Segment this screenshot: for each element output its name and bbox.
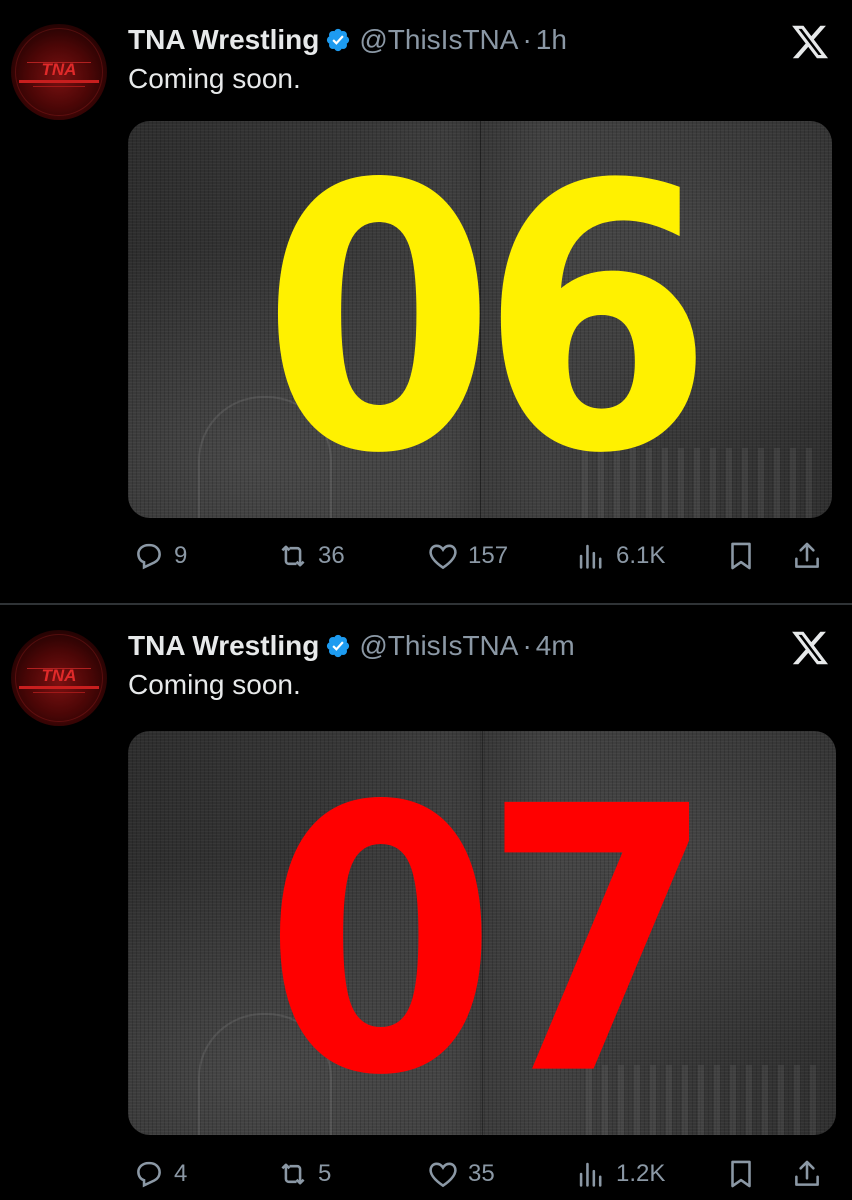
reply-count: 9	[174, 542, 188, 569]
tna-logo: TNA	[41, 666, 77, 685]
logo-line	[33, 692, 85, 693]
reply-button[interactable]: 9	[132, 536, 187, 576]
tweet-media[interactable]: 07	[128, 731, 836, 1135]
verified-badge-icon	[327, 28, 350, 52]
like-count: 157	[468, 542, 509, 569]
verified-badge-icon	[327, 634, 350, 658]
share-button[interactable]	[790, 1154, 824, 1194]
tweet-separator	[0, 603, 852, 605]
tweet[interactable]: TNA TNA Wrestling @ThisIsTNA · 1h Coming…	[0, 0, 852, 604]
author-name[interactable]: TNA Wrestling	[128, 630, 319, 662]
logo-bar	[19, 80, 99, 83]
views-icon	[579, 1162, 602, 1187]
author-handle[interactable]: @ThisIsTNA	[359, 24, 518, 56]
countdown-number: 06	[261, 121, 714, 518]
tna-logo: TNA	[41, 60, 77, 79]
like-count: 35	[468, 1160, 495, 1187]
bookmark-button[interactable]	[724, 1154, 758, 1194]
like-button[interactable]: 35	[426, 1154, 495, 1194]
like-icon	[429, 544, 457, 570]
share-button[interactable]	[790, 536, 824, 576]
retweet-button[interactable]: 36	[276, 536, 345, 576]
timestamp[interactable]: 1h	[536, 24, 567, 56]
separator-dot: ·	[522, 24, 532, 55]
tweet-header: TNA Wrestling @ThisIsTNA · 1h	[128, 20, 567, 60]
tweet-text: Coming soon.	[128, 669, 301, 700]
tweet-media[interactable]: 06	[128, 121, 832, 518]
retweet-button[interactable]: 5	[276, 1154, 331, 1194]
bookmark-icon	[731, 1160, 751, 1188]
views-count: 6.1K	[616, 542, 666, 569]
retweet-icon	[281, 545, 305, 567]
like-button[interactable]: 157	[426, 536, 508, 576]
author-handle[interactable]: @ThisIsTNA	[359, 630, 518, 662]
retweet-count: 36	[318, 542, 345, 569]
avatar[interactable]: TNA	[11, 630, 107, 726]
avatar[interactable]: TNA	[11, 24, 107, 120]
tweet-header: TNA Wrestling @ThisIsTNA · 4m	[128, 626, 575, 666]
share-icon	[795, 1160, 819, 1186]
bookmark-button[interactable]	[724, 536, 758, 576]
countdown-number: 07	[263, 731, 716, 1135]
x-logo-icon	[792, 25, 829, 59]
x-logo-icon	[792, 631, 829, 665]
action-bar: 4 5 35 1.2K	[128, 1154, 832, 1194]
retweet-count: 5	[318, 1160, 332, 1187]
separator-dot: ·	[522, 630, 532, 661]
tweet[interactable]: TNA TNA Wrestling @ThisIsTNA · 4m Coming…	[0, 606, 852, 1200]
logo-bar	[19, 686, 99, 689]
logo-line	[33, 86, 85, 87]
tweet-text: Coming soon.	[128, 63, 301, 94]
action-bar: 9 36 157 6.1K	[128, 536, 832, 576]
views-count: 1.2K	[616, 1160, 666, 1187]
like-icon	[429, 1162, 457, 1188]
reply-icon	[137, 543, 161, 570]
reply-count: 4	[174, 1160, 188, 1187]
reply-icon	[137, 1161, 161, 1188]
views-icon	[579, 544, 602, 569]
author-name[interactable]: TNA Wrestling	[128, 24, 319, 56]
share-icon	[795, 542, 819, 568]
retweet-icon	[281, 1163, 305, 1185]
views-button[interactable]: 1.2K	[574, 1154, 665, 1194]
reply-button[interactable]: 4	[132, 1154, 187, 1194]
views-button[interactable]: 6.1K	[574, 536, 665, 576]
timestamp[interactable]: 4m	[536, 630, 575, 662]
bookmark-icon	[731, 542, 751, 570]
